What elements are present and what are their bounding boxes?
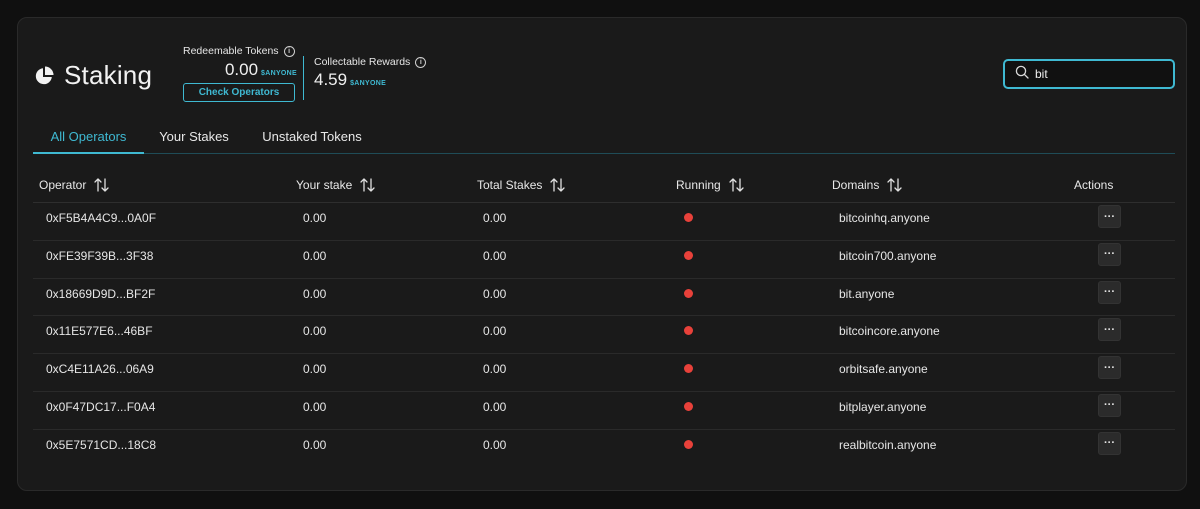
running-status-indicator bbox=[684, 288, 693, 298]
column-header-operator[interactable]: Operator bbox=[39, 178, 110, 192]
collectable-rewards-value: 4.59 bbox=[314, 70, 348, 89]
row-actions-button[interactable]: ··· bbox=[1098, 431, 1121, 455]
column-header-running[interactable]: Running bbox=[676, 178, 744, 192]
operator-address[interactable]: 0xF5B4A4C9...0A0F bbox=[46, 203, 156, 233]
total-stakes-value: 0.00 bbox=[483, 248, 507, 263]
tab-unstaked-tokens[interactable]: Unstaked Tokens bbox=[262, 126, 362, 152]
sort-icon bbox=[550, 178, 566, 192]
info-icon[interactable]: i bbox=[283, 45, 295, 57]
table-row[interactable]: 0x11E577E6...46BF 0.00 0.00 bitcoincore.any… bbox=[33, 316, 1175, 355]
redeemable-tokens-value: 0.00 bbox=[224, 60, 259, 79]
table-row[interactable]: 0x18669D9D...BF2F 0.00 0.00 bit.anyone ··· bbox=[33, 279, 1175, 317]
column-header-total-stakes[interactable]: Total Stakes bbox=[477, 178, 566, 192]
column-header-label: Domains bbox=[832, 178, 880, 192]
redeemable-tokens-label: Redeemable Tokens bbox=[183, 45, 279, 57]
table-row[interactable]: 0xFE39F39B...3F38 0.00 0.00 bitcoin700.anyo… bbox=[33, 241, 1175, 279]
column-header-domains[interactable]: Domains bbox=[832, 178, 903, 192]
sort-icon bbox=[729, 178, 744, 192]
your-stake-value: 0.00 bbox=[303, 211, 327, 225]
row-actions-button[interactable]: ··· bbox=[1098, 393, 1121, 417]
sort-icon bbox=[94, 178, 110, 192]
running-status-indicator bbox=[684, 439, 693, 449]
running-status-indicator bbox=[684, 250, 693, 260]
info-icon[interactable]: i bbox=[415, 56, 427, 68]
domain-name: realbitcoin.anyone bbox=[839, 437, 937, 452]
domain-name: bitplayer.anyone bbox=[839, 399, 927, 414]
column-header-actions: Actions bbox=[1074, 178, 1113, 192]
sort-icon bbox=[360, 178, 375, 192]
operator-address[interactable]: 0xC4E11A26...06A9 bbox=[46, 354, 154, 384]
tab-all-operators[interactable]: All Operators bbox=[33, 126, 144, 154]
domain-name: bitcoin700.anyone bbox=[839, 248, 937, 263]
staking-panel: Staking Redeemable Tokens i 0.00 $ANYONE … bbox=[17, 17, 1187, 491]
running-status-indicator bbox=[684, 401, 693, 411]
operator-address[interactable]: 0x18669D9D...BF2F bbox=[46, 279, 155, 309]
column-header-your-stake[interactable]: Your stake bbox=[296, 178, 375, 192]
search-box[interactable] bbox=[1003, 59, 1175, 89]
total-stakes-value: 0.00 bbox=[483, 437, 507, 452]
domain-name: bit.anyone bbox=[839, 286, 895, 301]
search-input[interactable] bbox=[1035, 67, 1165, 81]
collectable-rewards-label-row: Collectable Rewards i bbox=[314, 56, 427, 68]
collectable-rewards-stat: Collectable Rewards i 4.59 $ANYONE bbox=[314, 56, 427, 90]
column-header-label: Actions bbox=[1074, 178, 1114, 192]
your-stake-value: 0.00 bbox=[303, 362, 327, 377]
row-actions-button[interactable]: ··· bbox=[1098, 356, 1121, 380]
redeemable-tokens-label-row: Redeemable Tokens i bbox=[183, 45, 297, 57]
your-stake-value: 0.00 bbox=[303, 324, 327, 339]
table-row[interactable]: 0xF5B4A4C9...0A0F 0.00 0.00 bitcoinhq.anyon… bbox=[33, 203, 1175, 241]
your-stake-value: 0.00 bbox=[303, 399, 327, 414]
collectable-rewards-value-row: 4.59 $ANYONE bbox=[314, 70, 426, 90]
operators-table-body: 0xF5B4A4C9...0A0F 0.00 0.00 bitcoinhq.anyon… bbox=[33, 203, 1175, 468]
total-stakes-value: 0.00 bbox=[483, 362, 507, 377]
pie-chart-icon bbox=[34, 66, 54, 86]
domain-name: bitcoinhq.anyone bbox=[839, 211, 930, 225]
operator-address[interactable]: 0xFE39F39B...3F38 bbox=[46, 241, 153, 271]
your-stake-value: 0.00 bbox=[303, 437, 327, 452]
collectable-rewards-label: Collectable Rewards bbox=[314, 56, 411, 68]
tab-your-stakes[interactable]: Your Stakes bbox=[157, 126, 231, 152]
running-status-indicator bbox=[684, 326, 693, 336]
table-header: Operator Your stake Total Stakes Running… bbox=[33, 175, 1175, 203]
check-operators-button[interactable]: Check Operators bbox=[183, 83, 295, 102]
total-stakes-value: 0.00 bbox=[483, 286, 507, 301]
running-status-indicator bbox=[684, 364, 693, 374]
sort-icon bbox=[887, 178, 903, 192]
token-unit: $ANYONE bbox=[261, 70, 297, 77]
total-stakes-value: 0.00 bbox=[483, 324, 507, 339]
column-header-label: Your stake bbox=[296, 178, 353, 192]
table-row[interactable]: 0x0F47DC17...F0A4 0.00 0.00 bitplayer.anyon… bbox=[33, 392, 1175, 430]
table-row[interactable]: 0x5E7571CD...18C8 0.00 0.00 realbitcoin.any… bbox=[33, 430, 1175, 468]
token-unit: $ANYONE bbox=[350, 80, 387, 87]
total-stakes-value: 0.00 bbox=[483, 399, 507, 414]
operator-address[interactable]: 0x0F47DC17...F0A4 bbox=[46, 392, 155, 422]
row-actions-button[interactable]: ··· bbox=[1098, 318, 1121, 342]
column-header-label: Running bbox=[676, 178, 721, 192]
your-stake-value: 0.00 bbox=[303, 248, 327, 263]
column-header-label: Operator bbox=[39, 178, 87, 192]
your-stake-value: 0.00 bbox=[303, 286, 327, 301]
page-title: Staking bbox=[64, 60, 153, 90]
page-header: Staking bbox=[34, 60, 152, 91]
total-stakes-value: 0.00 bbox=[483, 211, 507, 225]
table-row[interactable]: 0xC4E11A26...06A9 0.00 0.00 orbitsafe.anyon… bbox=[33, 354, 1175, 392]
domain-name: bitcoincore.anyone bbox=[839, 324, 940, 339]
row-actions-button[interactable]: ··· bbox=[1098, 280, 1121, 304]
redeemable-tokens-value-row: 0.00 $ANYONE bbox=[183, 60, 297, 80]
running-status-indicator bbox=[684, 213, 693, 222]
row-actions-button[interactable]: ··· bbox=[1098, 242, 1121, 266]
domain-name: orbitsafe.anyone bbox=[839, 362, 928, 377]
column-header-label: Total Stakes bbox=[477, 178, 543, 192]
search-icon bbox=[1015, 65, 1029, 84]
operator-address[interactable]: 0x5E7571CD...18C8 bbox=[46, 430, 156, 460]
tab-bar: All Operators Your Stakes Unstaked Token… bbox=[33, 126, 1175, 154]
redeemable-tokens-stat: Redeemable Tokens i 0.00 $ANYONE Check Op… bbox=[183, 45, 297, 102]
stats-divider bbox=[303, 56, 304, 100]
operator-address[interactable]: 0x11E577E6...46BF bbox=[46, 316, 153, 346]
row-actions-button[interactable]: ··· bbox=[1098, 205, 1121, 228]
